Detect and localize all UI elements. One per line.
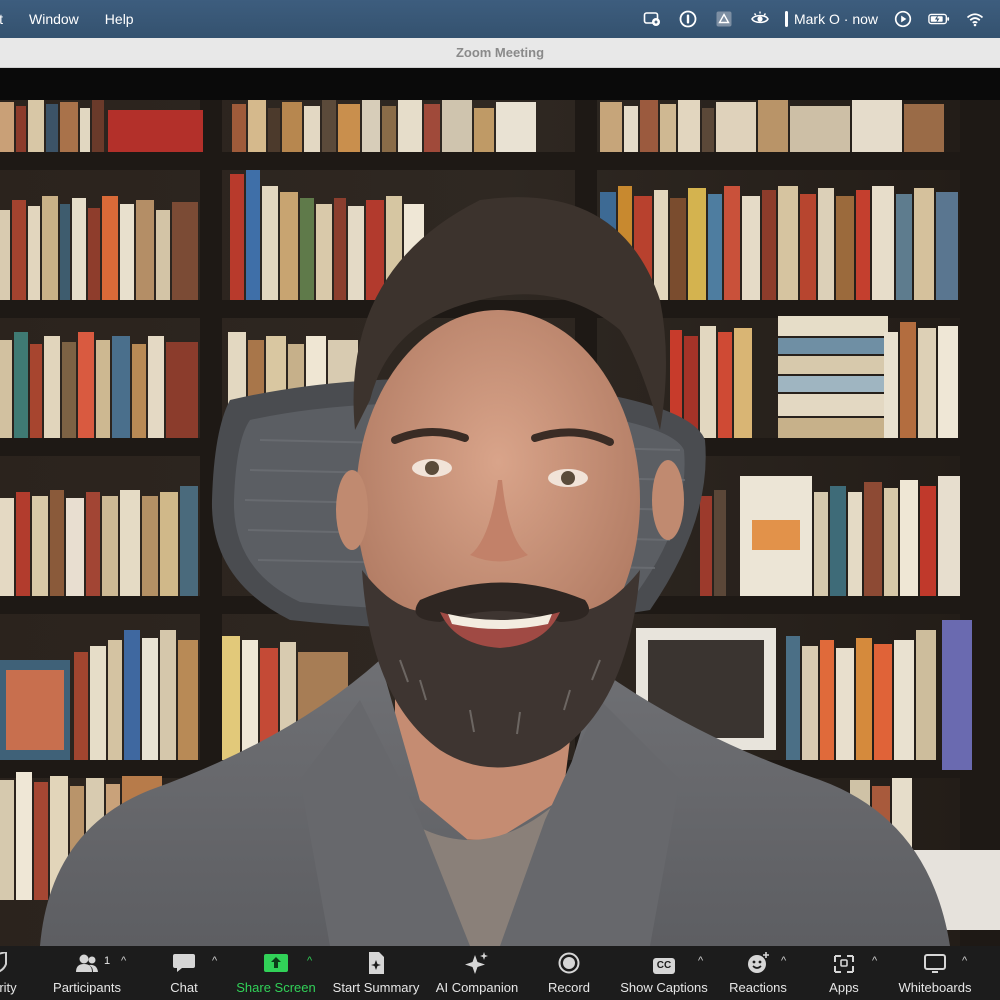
share-screen-caret[interactable]: ^: [307, 955, 312, 967]
play-circle-icon[interactable]: [892, 8, 914, 30]
apps-button[interactable]: Apps: [826, 946, 862, 1000]
video-frame: [0, 100, 1000, 946]
battery-charging-icon[interactable]: [928, 8, 950, 30]
menu-window[interactable]: Window: [16, 11, 92, 27]
window-title: Zoom Meeting: [455, 45, 545, 60]
menu-bar-tray: Mark O · now: [641, 8, 1000, 30]
participant-video[interactable]: [0, 100, 1000, 946]
summary-icon: [364, 946, 388, 974]
chat-button[interactable]: Chat: [162, 946, 206, 1000]
share-screen-icon: [264, 946, 288, 974]
whiteboards-caret[interactable]: ^: [962, 955, 967, 967]
apps-icon: [832, 946, 856, 974]
reactions-caret[interactable]: ^: [781, 955, 786, 967]
participants-button[interactable]: Participants: [48, 946, 126, 1000]
record-label: Record: [548, 980, 590, 995]
record-icon: [557, 946, 581, 974]
wifi-icon[interactable]: [964, 8, 986, 30]
drive-icon[interactable]: [713, 8, 735, 30]
sparkle-icon: [465, 946, 489, 974]
video-top-band: [0, 68, 1000, 100]
ai-companion-button[interactable]: AI Companion: [432, 946, 522, 1000]
shield-icon: [0, 946, 20, 974]
start-summary-label: Start Summary: [332, 980, 420, 995]
participants-icon: [75, 946, 99, 974]
menu-edit[interactable]: it: [0, 11, 16, 27]
eye-icon[interactable]: [749, 8, 771, 30]
chat-icon: [172, 946, 196, 974]
menu-bar-left: it Window Help: [0, 11, 147, 27]
reactions-label: Reactions: [729, 980, 787, 995]
whiteboards-label: Whiteboards: [898, 980, 972, 995]
ai-companion-label: AI Companion: [435, 980, 519, 995]
meeting-toolbar: rity Participants 1 ^ Chat ^ Share Scree…: [0, 946, 1000, 1000]
chat-label: Chat: [170, 980, 198, 995]
window-title-bar: Zoom Meeting: [0, 38, 1000, 68]
security-label: rity: [0, 980, 17, 995]
share-screen-button[interactable]: Share Screen: [234, 946, 318, 1000]
start-summary-button[interactable]: Start Summary: [330, 946, 422, 1000]
record-button[interactable]: Record: [544, 946, 594, 1000]
show-captions-button[interactable]: CC Show Captions: [618, 946, 710, 1000]
chat-caret[interactable]: ^: [212, 955, 217, 967]
screen-share-icon[interactable]: [641, 8, 663, 30]
whiteboard-icon: [923, 946, 947, 974]
apps-caret[interactable]: ^: [872, 955, 877, 967]
show-captions-label: Show Captions: [620, 980, 708, 995]
captions-icon: CC: [652, 946, 676, 974]
onepassword-icon[interactable]: [677, 8, 699, 30]
menu-bar: it Window Help Mark O · now: [0, 0, 1000, 38]
participants-count: 1: [104, 955, 111, 967]
captions-caret[interactable]: ^: [698, 955, 703, 967]
notification-text[interactable]: Mark O · now: [794, 11, 878, 27]
participants-caret[interactable]: ^: [121, 955, 126, 967]
notification-indicator: [784, 11, 788, 27]
security-button[interactable]: rity: [0, 946, 30, 1000]
participants-label: Participants: [53, 980, 121, 995]
apps-label: Apps: [829, 980, 859, 995]
share-screen-label: Share Screen: [236, 980, 316, 995]
smiley-icon: [746, 946, 770, 974]
menu-help[interactable]: Help: [92, 11, 147, 27]
